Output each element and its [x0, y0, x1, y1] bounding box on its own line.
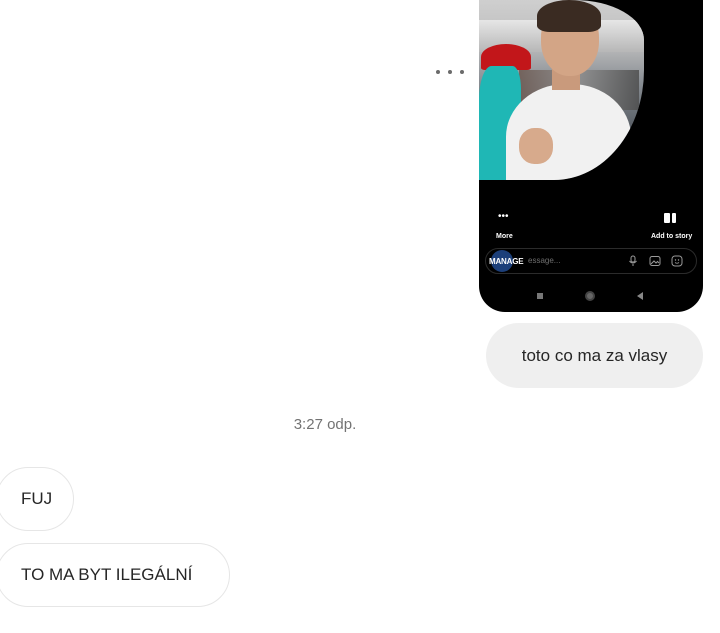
android-nav-bar	[479, 286, 703, 306]
dot	[448, 70, 452, 74]
incoming-message-bubble[interactable]: TO MA BYT ILEGÁLNÍ	[0, 543, 230, 607]
sticker-icon	[671, 255, 683, 267]
more-icon: •••	[498, 211, 509, 222]
recents-icon	[537, 293, 543, 299]
more-label: More	[496, 233, 513, 240]
back-icon	[637, 292, 643, 300]
manage-label: MANAGE	[489, 257, 524, 266]
message-text: FUJ	[21, 489, 53, 508]
message-text: TO MA BYT ILEGÁLNÍ	[21, 565, 193, 584]
microphone-icon	[629, 255, 637, 266]
video-call-photo	[479, 0, 644, 180]
incoming-message-bubble[interactable]: FUJ	[0, 467, 74, 531]
home-icon	[585, 291, 595, 301]
dot	[460, 70, 464, 74]
gallery-icon	[649, 256, 661, 266]
dot	[436, 70, 440, 74]
shared-screenshot-image[interactable]: ••• More Add to story MANAGE essage...	[479, 0, 703, 312]
message-options-icon[interactable]	[436, 64, 464, 80]
add-to-story-label: Add to story	[651, 233, 693, 240]
message-text: toto co ma za vlasy	[521, 345, 668, 365]
message-placeholder: essage...	[528, 256, 561, 265]
message-timestamp: 3:27 odp.	[293, 416, 357, 433]
message-input-bar: MANAGE essage...	[485, 248, 697, 274]
add-to-story-icon	[664, 213, 676, 223]
outgoing-message-bubble[interactable]: toto co ma za vlasy	[486, 323, 703, 388]
